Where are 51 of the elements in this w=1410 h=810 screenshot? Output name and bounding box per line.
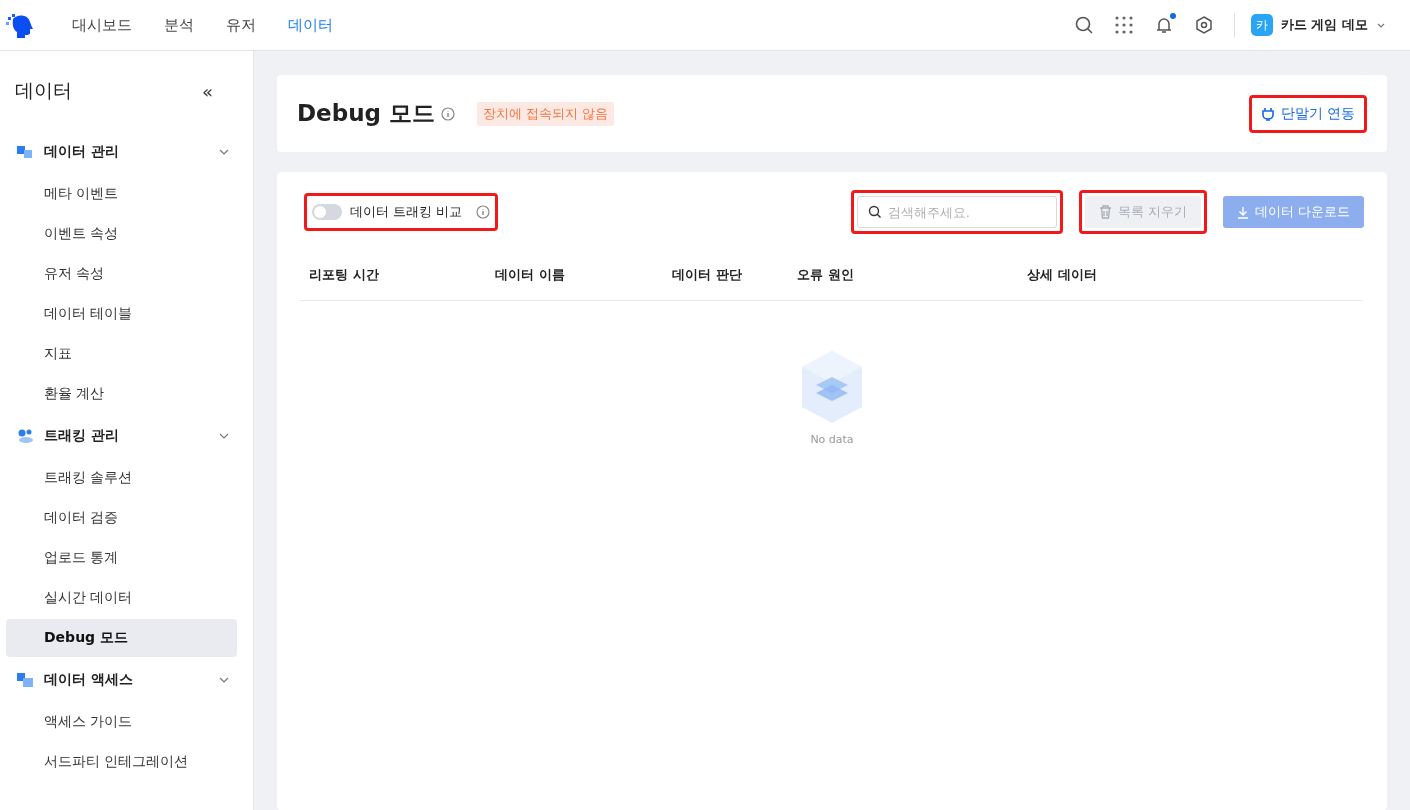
empty-text: No data [810,433,854,446]
dots-icon [16,428,34,444]
plug-icon [1260,106,1275,121]
logo-icon[interactable] [6,11,34,39]
sidebar-item[interactable]: 데이터 검증 [6,499,237,537]
download-icon [1236,205,1249,219]
sidebar-item[interactable]: 실시간 데이터 [6,579,237,617]
column-header: 데이터 이름 [486,250,663,301]
status-tag: 장치에 접속되지 않음 [477,101,615,126]
sidebar-item[interactable]: Debug 모드 [6,619,237,657]
search-icon[interactable] [1073,15,1094,35]
grid-icon[interactable] [1113,15,1134,35]
nav-tab[interactable]: 분석 [148,15,210,35]
chevron-icon [219,675,229,685]
sidebar-item[interactable]: 메타 이벤트 [6,175,237,213]
info-icon [441,106,455,121]
page-title: Debug 모드 [297,99,435,128]
search-icon [867,205,882,219]
squares-icon [16,672,34,688]
toggle-label: 데이터 트래킹 비교 [350,203,463,221]
column-header: 데이터 판단 [663,250,788,301]
sidebar-group[interactable]: 트래킹 관리 [6,415,237,457]
sidebar-group[interactable]: 데이터 액세스 [6,659,237,701]
sidebar-item[interactable]: 지표 [6,335,237,373]
empty-box-icon [800,349,864,425]
sidebar-item[interactable]: 이벤트 속성 [6,215,237,253]
chevron-icon [219,147,229,157]
column-header: 상세 데이터 [1018,250,1236,301]
column-header: 리포팅 시간 [300,250,486,301]
sidebar-item[interactable]: 환율 계산 [6,375,237,413]
collapse-button[interactable]: « [196,79,219,103]
sidebar-item[interactable]: 데이터 테이블 [6,295,237,333]
sidebar-item[interactable]: 트래킹 솔루션 [6,459,237,497]
info-icon [476,205,491,219]
nav-tab[interactable]: 대시보드 [56,15,148,35]
sidebar-group[interactable]: 데이터 관리 [6,131,237,173]
nav-tab[interactable]: 유저 [210,15,272,35]
nav-tab[interactable]: 데이터 [272,15,349,35]
trash-icon [1098,205,1112,219]
toggle-switch[interactable] [312,204,342,220]
sidebar-item[interactable]: 유저 속성 [6,255,237,293]
sidebar-item[interactable]: 서드파티 인테그레이션 [6,743,237,781]
search-field[interactable]: 검색해주세요. [856,196,1057,228]
sidebar-title: 데이터 [15,78,72,103]
sidebar-item[interactable]: 액세스 가이드 [6,703,237,741]
connect-device-button[interactable]: 단말기 연동 [1254,100,1361,127]
settings-icon[interactable] [1193,15,1214,35]
sidebar-item[interactable]: 업로드 통계 [6,539,237,577]
chevron-icon [219,431,229,441]
project-name[interactable]: 카드 게임 데모 [1280,16,1368,34]
column-header: 오류 원인 [788,250,1018,301]
